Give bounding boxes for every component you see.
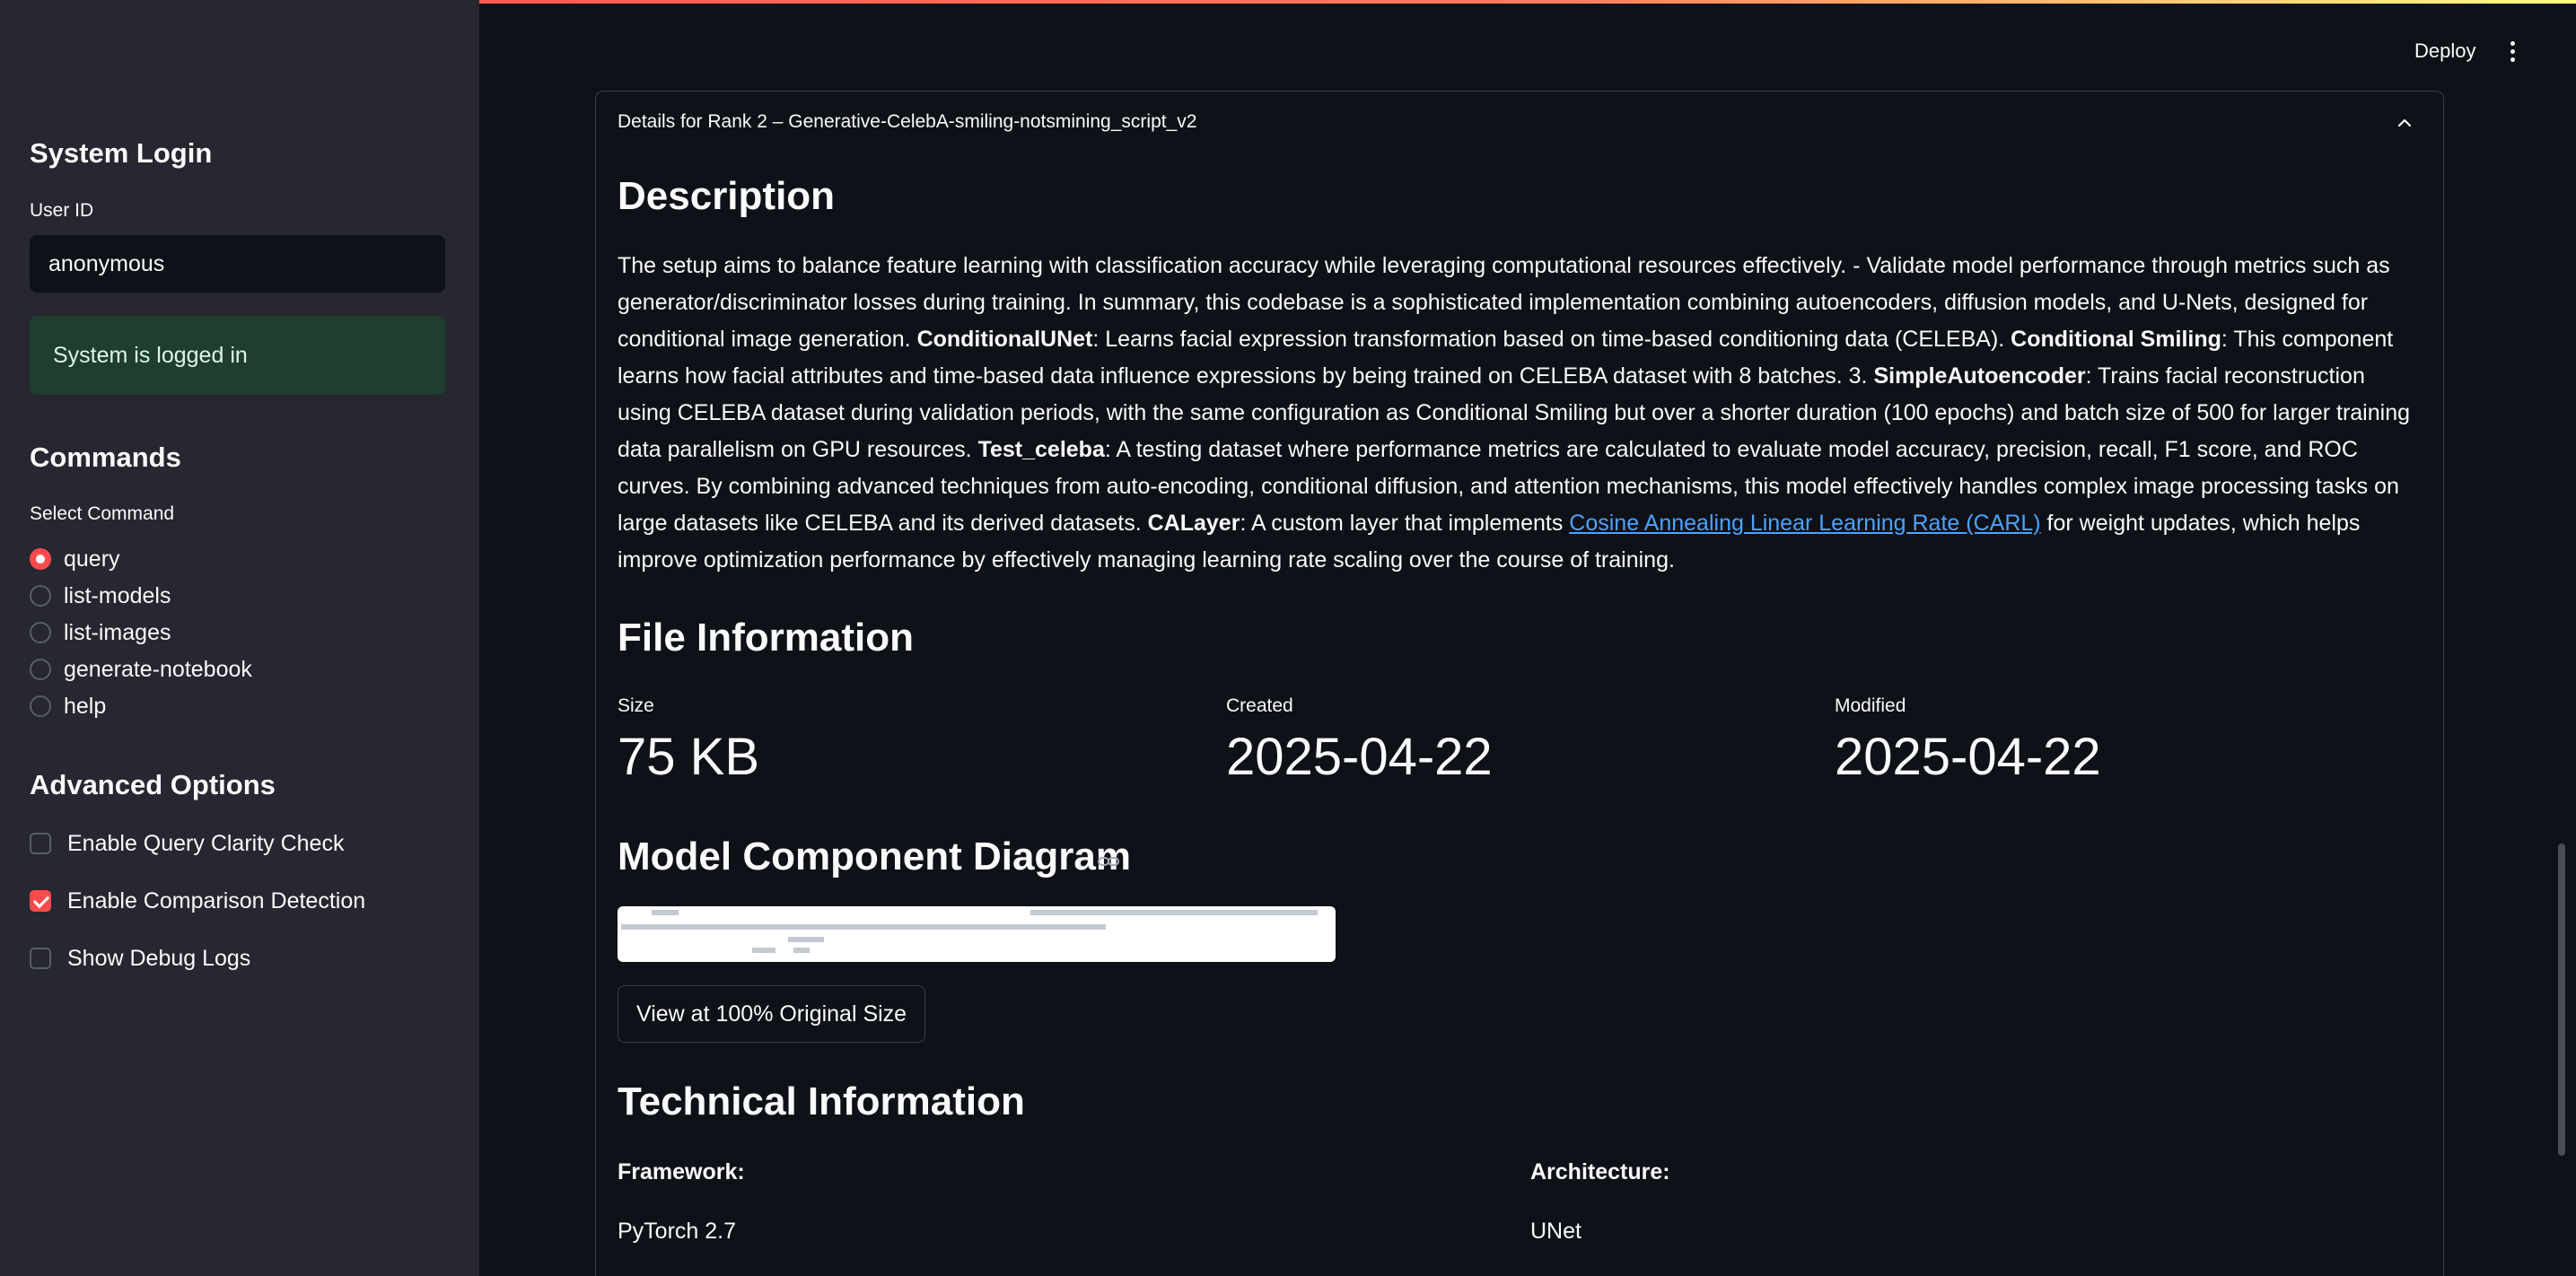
- main-menu-icon[interactable]: [2501, 34, 2524, 68]
- radio-selected-icon[interactable]: [30, 548, 51, 570]
- file-information-heading: File Information: [618, 616, 914, 660]
- radio-icon[interactable]: [30, 659, 51, 680]
- user-id-label: User ID: [30, 200, 94, 221]
- command-label: list-images: [64, 619, 171, 645]
- created-value: 2025-04-22: [1226, 728, 1493, 786]
- command-option-list-images[interactable]: list-images: [30, 617, 171, 648]
- login-heading: System Login: [30, 137, 213, 169]
- technical-information-heading: Technical Information: [618, 1079, 1025, 1123]
- advanced-options-heading: Advanced Options: [30, 769, 276, 800]
- created-label: Created: [1226, 695, 1293, 716]
- option-label: Show Debug Logs: [67, 945, 251, 971]
- login-status-message: System is logged in: [30, 316, 445, 395]
- chevron-up-icon[interactable]: [2396, 115, 2413, 131]
- option-label: Enable Comparison Detection: [67, 887, 366, 913]
- option-query-clarity-check[interactable]: Enable Query Clarity Check: [30, 828, 344, 859]
- main-scrollbar[interactable]: [2558, 843, 2565, 1156]
- deploy-button[interactable]: Deploy: [2404, 34, 2486, 68]
- architecture-value: UNet: [1530, 1219, 1582, 1244]
- checkbox-icon[interactable]: [30, 948, 51, 969]
- user-id-input[interactable]: anonymous: [30, 235, 445, 293]
- view-original-size-button[interactable]: View at 100% Original Size: [618, 985, 926, 1043]
- command-option-help[interactable]: help: [30, 691, 106, 721]
- commands-heading: Commands: [30, 441, 181, 473]
- model-component-diagram-image[interactable]: [618, 906, 1336, 962]
- description-text: The setup aims to balance feature learni…: [618, 253, 2410, 572]
- option-label: Enable Query Clarity Check: [67, 830, 345, 856]
- modified-label: Modified: [1835, 695, 1906, 716]
- command-option-list-models[interactable]: list-models: [30, 581, 171, 611]
- select-command-label: Select Command: [30, 503, 175, 524]
- command-label: generate-notebook: [64, 656, 252, 682]
- radio-icon[interactable]: [30, 695, 51, 717]
- option-show-debug-logs[interactable]: Show Debug Logs: [30, 943, 250, 974]
- framework-value: PyTorch 2.7: [618, 1219, 737, 1244]
- checkbox-checked-icon[interactable]: [30, 890, 51, 912]
- size-label: Size: [618, 695, 654, 716]
- command-label: query: [64, 546, 120, 572]
- modified-value: 2025-04-22: [1835, 728, 2101, 786]
- anchor-link-icon[interactable]: [1097, 852, 1120, 870]
- command-label: list-models: [64, 582, 171, 608]
- framework-label: Framework:: [618, 1159, 745, 1184]
- command-option-generate-notebook[interactable]: generate-notebook: [30, 654, 252, 685]
- model-diagram-heading: Model Component Diagram: [618, 835, 1132, 878]
- carl-link[interactable]: Cosine Annealing Linear Learning Rate (C…: [1569, 511, 2040, 536]
- command-option-query[interactable]: query: [30, 544, 120, 574]
- sidebar: System Login User ID anonymous System is…: [0, 0, 479, 1276]
- checkbox-icon[interactable]: [30, 833, 51, 854]
- command-label: help: [64, 693, 107, 719]
- radio-icon[interactable]: [30, 585, 51, 607]
- description-heading: Description: [618, 174, 836, 218]
- radio-icon[interactable]: [30, 622, 51, 643]
- size-value: 75 KB: [618, 728, 759, 786]
- option-comparison-detection[interactable]: Enable Comparison Detection: [30, 886, 365, 916]
- expander-title[interactable]: Details for Rank 2 – Generative-CelebA-s…: [618, 111, 1196, 133]
- architecture-label: Architecture:: [1530, 1159, 1670, 1184]
